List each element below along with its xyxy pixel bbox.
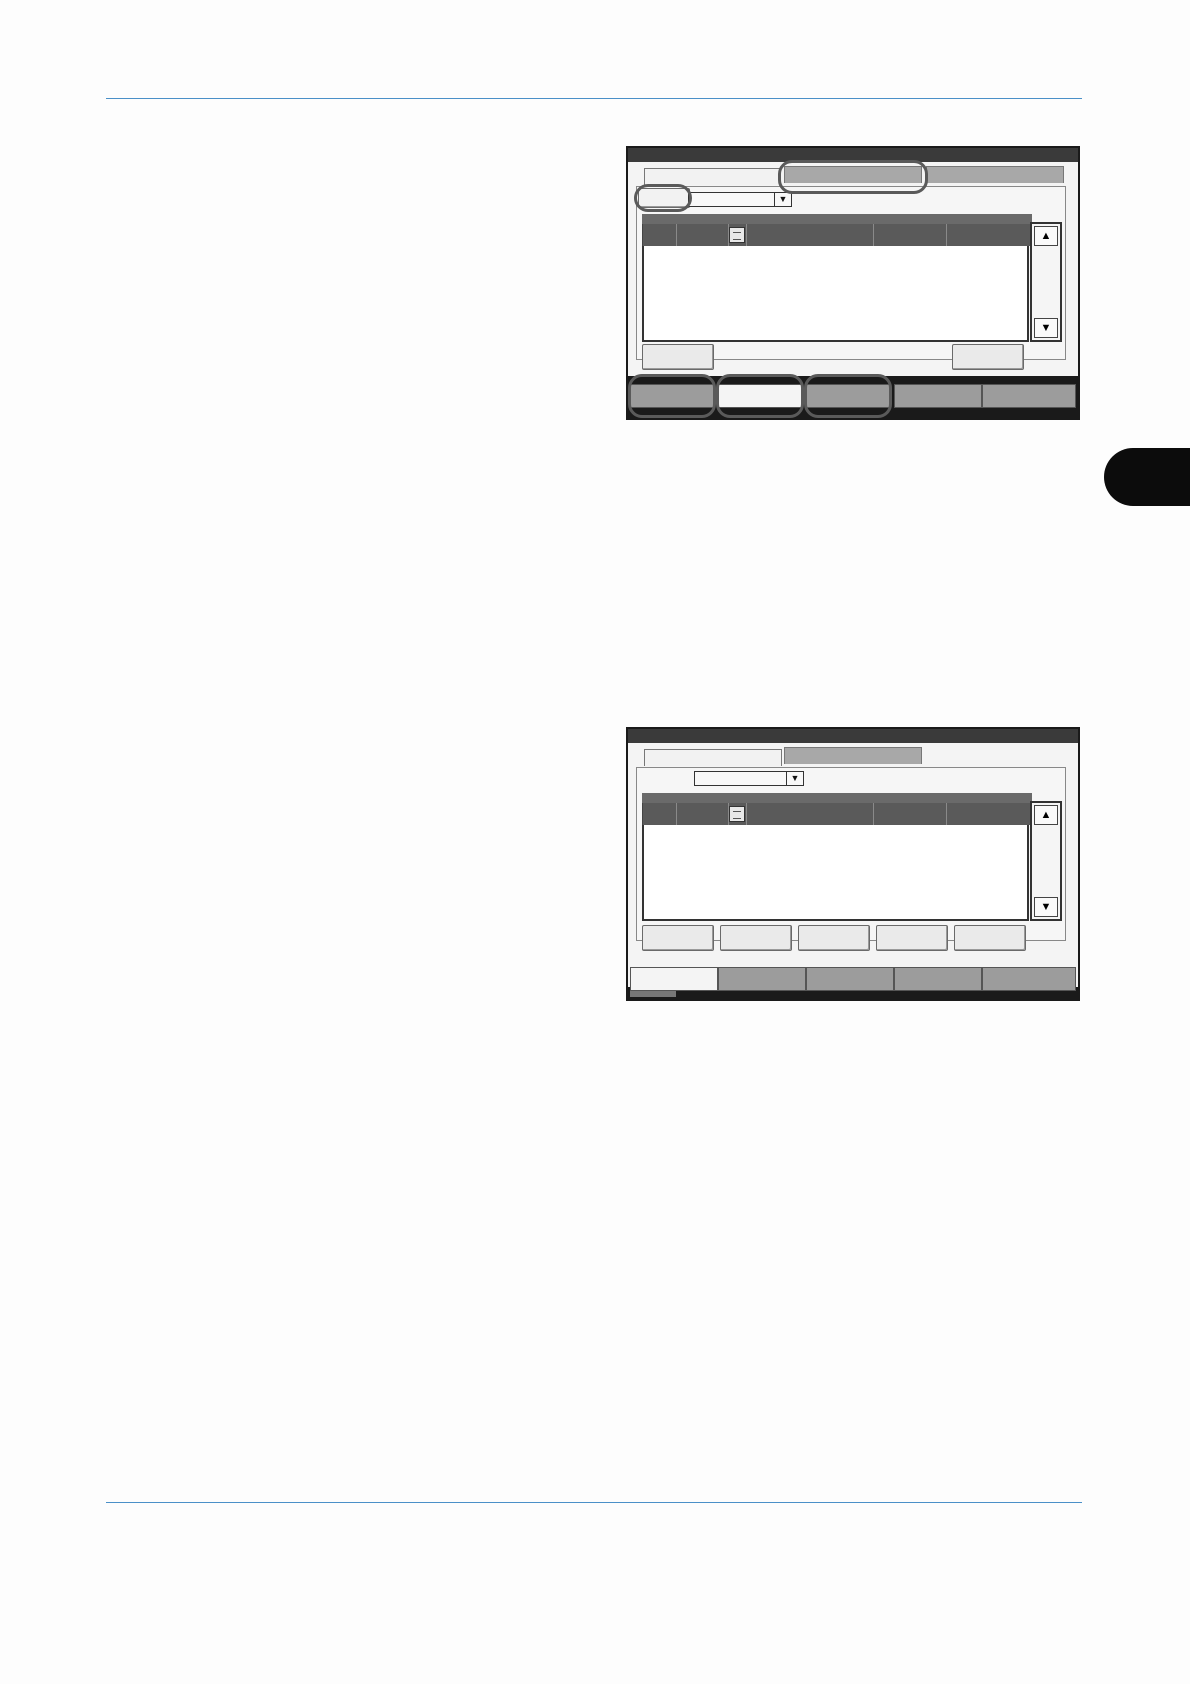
tab-right[interactable] xyxy=(926,166,1064,183)
sort-dropdown[interactable]: ▼ xyxy=(688,192,792,207)
list-scrollbar[interactable]: ▲ ▼ xyxy=(1030,222,1062,342)
action-button-2[interactable] xyxy=(720,925,792,951)
bottom-tab-4[interactable] xyxy=(894,967,982,991)
list-row-selected[interactable] xyxy=(642,224,1030,246)
chapter-tab xyxy=(1104,448,1190,506)
scroll-up-button[interactable]: ▲ xyxy=(1034,226,1058,246)
list-row-selected[interactable] xyxy=(642,803,1030,825)
header-rule xyxy=(106,98,1082,99)
action-button-5[interactable] xyxy=(954,925,1026,951)
file-list xyxy=(642,246,1029,342)
tab-middle[interactable] xyxy=(784,747,922,764)
chevron-down-icon: ▼ xyxy=(786,772,803,785)
sort-dropdown[interactable]: ▼ xyxy=(694,771,804,786)
highlight-bottom-tab-2 xyxy=(716,374,804,418)
right-action-button[interactable] xyxy=(952,344,1024,370)
progress-indicator xyxy=(630,991,676,997)
document-icon xyxy=(729,806,745,822)
highlight-bottom-tab-3 xyxy=(804,374,892,418)
bottom-tab-1[interactable] xyxy=(630,967,718,991)
scroll-down-button[interactable]: ▼ xyxy=(1034,318,1058,338)
panel-screenshot-1: ▼ ▲ ▼ xyxy=(626,146,1080,420)
list-header xyxy=(642,793,1032,803)
action-button-1[interactable] xyxy=(642,925,714,951)
tab-left[interactable] xyxy=(644,168,780,185)
bottom-tab-2[interactable] xyxy=(718,967,806,991)
scroll-down-button[interactable]: ▼ xyxy=(1034,897,1058,917)
tab-left[interactable] xyxy=(644,749,782,766)
action-button-3[interactable] xyxy=(798,925,870,951)
file-list xyxy=(642,825,1029,921)
document-icon xyxy=(729,227,745,243)
action-button-4[interactable] xyxy=(876,925,948,951)
screen-title-bar xyxy=(628,729,1078,743)
chevron-down-icon: ▼ xyxy=(774,193,791,206)
bottom-tab-5[interactable] xyxy=(982,967,1076,991)
list-scrollbar[interactable]: ▲ ▼ xyxy=(1030,801,1062,921)
scroll-up-button[interactable]: ▲ xyxy=(1034,805,1058,825)
highlight-bottom-tab-1 xyxy=(628,374,716,418)
bottom-tab-5[interactable] xyxy=(982,384,1076,408)
bottom-tab-4[interactable] xyxy=(894,384,982,408)
panel-screenshot-2: ▼ ▲ ▼ xyxy=(626,727,1080,1001)
highlight-tab xyxy=(778,160,928,194)
highlight-folder-button xyxy=(634,184,692,212)
left-action-button[interactable] xyxy=(642,344,714,370)
footer-rule xyxy=(106,1502,1082,1503)
list-header xyxy=(642,214,1032,224)
bottom-tab-3[interactable] xyxy=(806,967,894,991)
